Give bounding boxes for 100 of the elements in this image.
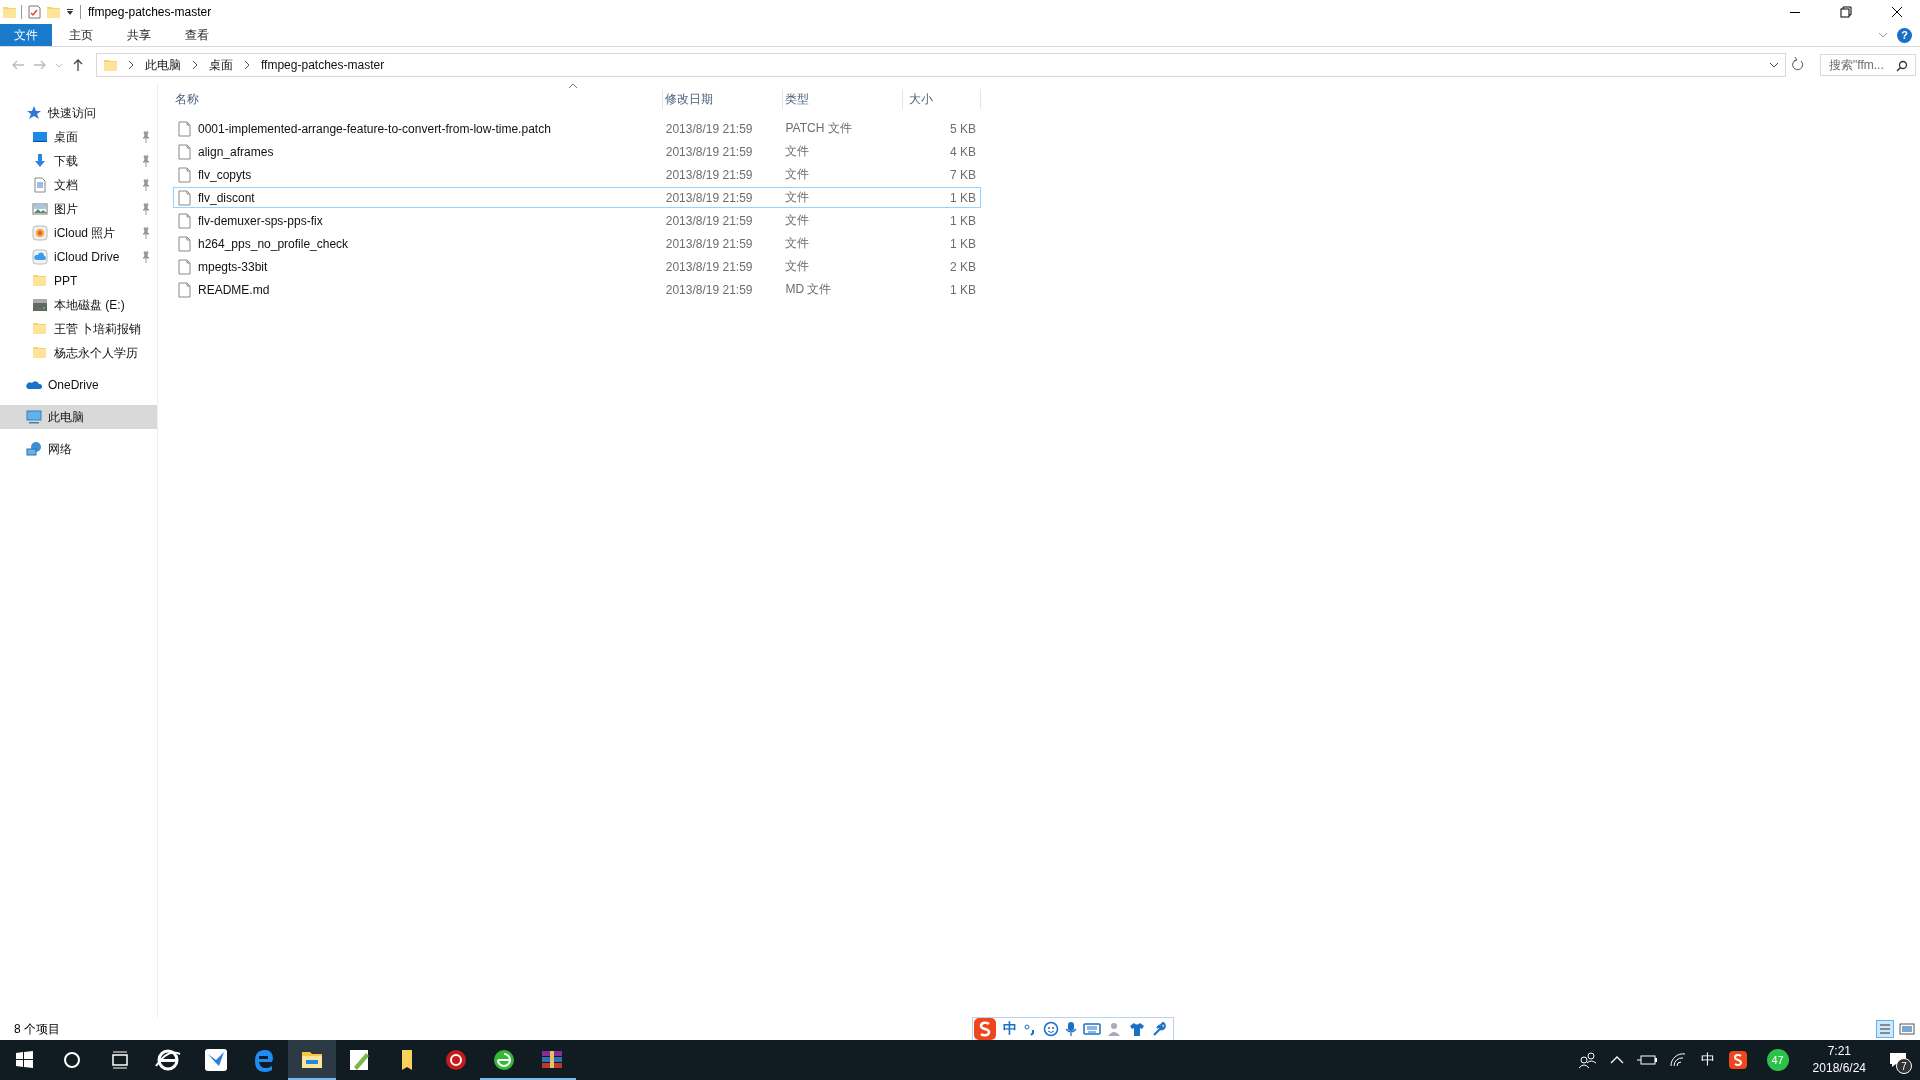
ribbon-tab[interactable]: 主页 — [52, 24, 110, 46]
table-cell-text: 2013/8/19 21:59 — [664, 282, 754, 297]
photos-icon — [32, 225, 48, 241]
drive-icon — [32, 297, 48, 313]
nav-item[interactable]: 桌面 — [0, 125, 157, 149]
sogou-logo-icon[interactable] — [973, 1017, 997, 1041]
nav-label: 网络 — [48, 440, 73, 458]
help-button[interactable]: ? — [1897, 27, 1912, 43]
nav-item[interactable]: 此电脑 — [0, 405, 157, 429]
table-cell-text: PATCH 文件 — [784, 120, 853, 137]
nav-label: iCloud Drive — [54, 250, 121, 264]
nav-label: 王菅 卜培莉报销 — [54, 320, 143, 338]
table-cell-text: 2013/8/19 21:59 — [664, 236, 754, 251]
folder-icon[interactable] — [288, 1040, 336, 1080]
nav-label: 杨志永个人学历 — [54, 344, 139, 362]
clock-time[interactable]: 7:21 — [1827, 1043, 1851, 1060]
column-header[interactable]: 名称 — [173, 89, 663, 109]
file-menu-tab[interactable]: 文件 — [0, 24, 52, 46]
breadcrumb[interactable]: ffmpeg-patches-master — [261, 58, 385, 72]
table-cell-text: 文件 — [784, 235, 811, 252]
file-name: flv-demuxer-sps-pps-fix — [198, 213, 323, 228]
file-row[interactable]: 0001-implemented-arrange-feature-to-convert-from-low-time.patch 2013/8/19 21:59 PATCH 文件 5 KB — [173, 118, 981, 139]
column-header[interactable]: 大小 — [903, 89, 981, 109]
ribbon-tab[interactable]: 查看 — [168, 24, 226, 46]
file-name: flv_discont — [198, 190, 255, 205]
column-header[interactable]: 修改日期 — [663, 89, 783, 109]
network-icon — [26, 441, 42, 457]
wrench-icon[interactable] — [1151, 1021, 1167, 1037]
folder-icon — [103, 58, 117, 72]
ime-mode-button[interactable]: 中 — [1003, 1020, 1017, 1038]
details-view-icon[interactable] — [1876, 1020, 1894, 1038]
column-header[interactable]: 类型 — [783, 89, 903, 109]
folder-icon — [32, 273, 48, 289]
nav-item[interactable]: OneDrive — [0, 373, 157, 397]
table-cell-text: 7 KB — [949, 167, 977, 182]
folder-icon — [32, 321, 48, 337]
breadcrumb[interactable]: 桌面 — [209, 56, 233, 74]
file-name: README.md — [198, 282, 270, 297]
properties-icon[interactable] — [27, 5, 41, 19]
nav-label: 本地磁盘 (E:) — [54, 296, 126, 314]
punctuation-icon[interactable] — [1023, 1021, 1037, 1037]
search-icon[interactable] — [1896, 60, 1908, 72]
ribbon-tab[interactable]: 共享 — [110, 24, 168, 46]
clock-date[interactable]: 2018/6/24 — [1812, 1060, 1866, 1077]
nav-item[interactable]: 王菅 卜培莉报销 — [0, 317, 157, 341]
keyboard-icon[interactable] — [1083, 1022, 1101, 1036]
cloud-icon — [32, 249, 48, 265]
table-cell-text: 2013/8/19 21:59 — [664, 121, 754, 136]
search-field[interactable]: 搜索"ffm... — [1820, 54, 1916, 76]
breadcrumb[interactable]: 此电脑 — [145, 56, 181, 74]
file-row[interactable]: flv-demuxer-sps-pps-fix 2013/8/19 21:59 文件 1 KB — [173, 210, 981, 231]
nav-item[interactable]: PPT — [0, 269, 157, 293]
file-name: mpegts-33bit — [198, 259, 268, 274]
sogou-logo-icon[interactable] — [1726, 1049, 1749, 1071]
file-row[interactable]: align_aframes 2013/8/19 21:59 文件 4 KB — [173, 141, 981, 162]
chevron-down-icon[interactable] — [1769, 60, 1779, 70]
table-cell-text: 1 KB — [949, 282, 977, 297]
file-row[interactable]: flv_copyts 2013/8/19 21:59 文件 7 KB — [173, 164, 981, 185]
table-cell-text: 文件 — [784, 143, 811, 160]
file-icon — [177, 120, 192, 137]
window-title: ffmpeg-patches-master — [88, 5, 212, 19]
table-cell-text: 1 KB — [949, 236, 977, 251]
ime-indicator[interactable]: 中 — [1700, 1051, 1715, 1069]
table-cell-text: 文件 — [784, 212, 811, 229]
desktop-icon — [32, 129, 48, 145]
microphone-icon[interactable] — [1065, 1021, 1077, 1037]
thumbnail-view-icon[interactable] — [1898, 1020, 1916, 1038]
down-arrow-icon — [32, 153, 48, 169]
chevron-right-icon[interactable] — [243, 60, 251, 70]
nav-item[interactable]: 快速访问 — [0, 101, 157, 125]
address-bar[interactable]: 此电脑 桌面 ffmpeg-patches-master — [96, 53, 1786, 77]
nav-item[interactable]: 本地磁盘 (E:) — [0, 293, 157, 317]
file-row[interactable]: README.md 2013/8/19 21:59 MD 文件 1 KB — [173, 279, 981, 300]
notification-button[interactable]: 7 — [1876, 1040, 1920, 1080]
nav-item[interactable]: 下载 — [0, 149, 157, 173]
table-cell-text: 2013/8/19 21:59 — [664, 190, 754, 205]
nav-item[interactable]: 文档 — [0, 173, 157, 197]
file-name: 0001-implemented-arrange-feature-to-convert-from-low-time.patch — [198, 121, 551, 136]
nav-item[interactable]: iCloud Drive — [0, 245, 157, 269]
nav-item[interactable]: iCloud 照片 — [0, 221, 157, 245]
computer-icon — [26, 409, 42, 425]
file-icon — [177, 143, 192, 160]
shirt-icon[interactable] — [1129, 1021, 1145, 1037]
nav-label: OneDrive — [48, 378, 100, 392]
file-icon — [177, 212, 192, 229]
file-row[interactable]: mpegts-33bit 2013/8/19 21:59 文件 2 KB — [173, 256, 981, 277]
nav-item[interactable]: 杨志永个人学历 — [0, 341, 157, 365]
picture-icon — [32, 201, 48, 217]
table-cell-text: 文件 — [784, 258, 811, 275]
chevron-right-icon[interactable] — [191, 60, 199, 70]
sort-caret-icon — [568, 83, 578, 89]
nav-item[interactable]: 图片 — [0, 197, 157, 221]
table-cell-text: 2013/8/19 21:59 — [664, 259, 754, 274]
chevron-right-icon[interactable] — [127, 60, 135, 70]
smiley-icon[interactable] — [1043, 1021, 1059, 1037]
table-cell-text: 2 KB — [949, 259, 977, 274]
file-row[interactable]: flv_discont 2013/8/19 21:59 文件 1 KB — [173, 187, 981, 208]
file-row[interactable]: h264_pps_no_profile_check 2013/8/19 21:59 文件 1 KB — [173, 233, 981, 254]
file-name: flv_copyts — [198, 167, 252, 182]
nav-item[interactable]: 网络 — [0, 437, 157, 461]
